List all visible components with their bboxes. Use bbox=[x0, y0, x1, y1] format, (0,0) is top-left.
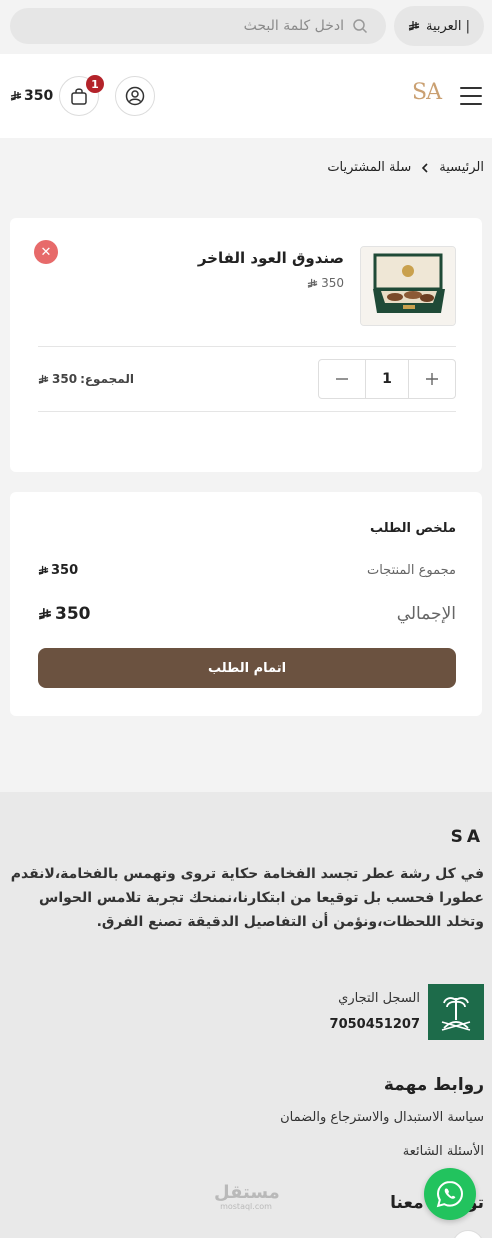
product-name[interactable]: صندوق العود الفاخر bbox=[198, 249, 344, 267]
account-button[interactable] bbox=[115, 76, 155, 116]
whatsapp-button[interactable] bbox=[424, 1168, 476, 1220]
product-price-value: 350 bbox=[321, 276, 344, 290]
remove-item-button[interactable]: ✕ bbox=[34, 240, 58, 264]
commercial-register-logo bbox=[428, 984, 484, 1040]
subtotal-amount: 350 bbox=[51, 563, 79, 578]
currency-icon bbox=[38, 565, 49, 576]
breadcrumb: الرئيسية سلة المشتريات bbox=[327, 160, 484, 175]
search-input[interactable] bbox=[144, 18, 344, 34]
checkout-button[interactable]: اتمام الطلب bbox=[38, 648, 456, 688]
product-price: 350 bbox=[307, 276, 344, 290]
breadcrumb-home[interactable]: الرئيسية bbox=[439, 160, 484, 175]
line-total-value: 350 bbox=[52, 372, 78, 386]
order-summary-title: ملخص الطلب bbox=[369, 521, 456, 536]
footer-link-return-policy[interactable]: سياسة الاستبدال والاسترجاع والضمان bbox=[280, 1110, 484, 1125]
footer-brand: SA bbox=[450, 827, 484, 847]
currency-icon bbox=[38, 374, 49, 385]
decrease-quantity-button[interactable] bbox=[319, 360, 365, 398]
total-label: الإجمالي bbox=[396, 604, 456, 624]
increase-quantity-button[interactable] bbox=[409, 360, 455, 398]
currency-icon bbox=[10, 90, 22, 102]
header-cart-total-value: 350 bbox=[24, 88, 54, 104]
shopping-bag-icon bbox=[69, 86, 89, 106]
header-cart-total: 350 bbox=[10, 88, 53, 104]
quantity-value[interactable]: 1 bbox=[365, 360, 409, 398]
divider bbox=[38, 346, 456, 347]
menu-icon[interactable] bbox=[460, 87, 482, 105]
quantity-stepper[interactable]: 1 bbox=[318, 359, 456, 399]
footer-link-faq[interactable]: الأسئلة الشائعة bbox=[403, 1144, 484, 1159]
subtotal-value: 350 bbox=[38, 563, 78, 578]
search-icon bbox=[352, 18, 368, 34]
product-image[interactable] bbox=[360, 246, 456, 326]
total-value: 350 bbox=[38, 604, 91, 624]
line-total-label: المجموع: bbox=[80, 372, 134, 386]
close-icon: ✕ bbox=[40, 244, 52, 260]
divider bbox=[38, 411, 456, 412]
footer-about-text: في كل رشة عطر تجسد الفخامة حكاية تروى وت… bbox=[10, 866, 484, 930]
watermark-name: مستقل bbox=[214, 1182, 280, 1203]
commercial-register-label: السجل التجاري bbox=[338, 991, 420, 1006]
watermark: مستقل mostaql.com bbox=[214, 1182, 280, 1212]
important-links-title: روابط مهمة bbox=[383, 1075, 484, 1095]
whatsapp-icon bbox=[435, 1179, 465, 1209]
cart-count-badge: 1 bbox=[86, 75, 104, 93]
currency-icon bbox=[408, 20, 420, 32]
language-switcher[interactable]: العربية | bbox=[394, 6, 484, 46]
watermark-domain: mostaql.com bbox=[220, 1202, 272, 1211]
commercial-register-number: 7050451207 bbox=[329, 1017, 420, 1032]
line-total: المجموع: 350 bbox=[38, 372, 134, 386]
footer bbox=[0, 792, 492, 1238]
total-amount: 350 bbox=[55, 604, 91, 624]
breadcrumb-current: سلة المشتريات bbox=[327, 160, 412, 175]
currency-icon bbox=[38, 607, 52, 621]
subtotal-label: مجموع المنتجات bbox=[366, 563, 456, 578]
currency-icon bbox=[307, 278, 318, 289]
chevron-left-icon bbox=[421, 162, 429, 173]
logo[interactable]: SA bbox=[412, 80, 442, 105]
search-bar[interactable] bbox=[10, 8, 386, 44]
language-label: العربية | bbox=[425, 18, 471, 34]
user-icon bbox=[125, 86, 145, 106]
